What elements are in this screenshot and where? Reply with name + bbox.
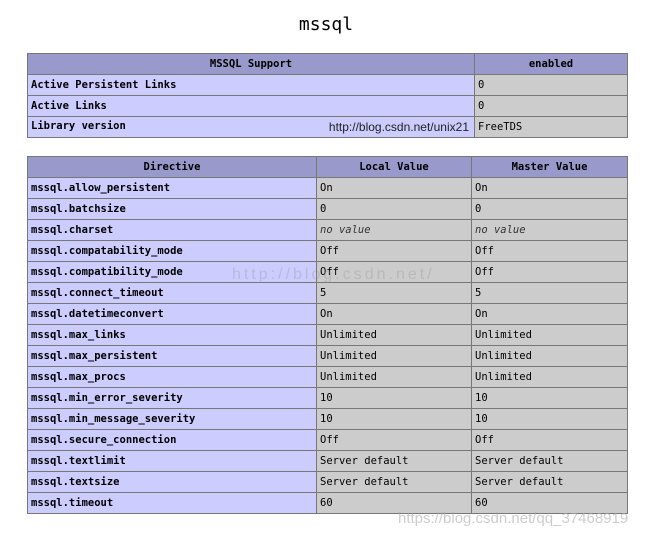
master-value-max-persistent: Unlimited <box>471 345 628 367</box>
table-row: mssql.textlimit Server default Server defa… <box>27 450 628 472</box>
directive-name-datetimeconvert: mssql.datetimeconvert <box>27 303 317 325</box>
local-value-max-links: Unlimited <box>316 324 472 346</box>
directive-name-connect-timeout: mssql.connect_timeout <box>27 282 317 304</box>
table-row: mssql.textsize Server default Server defau… <box>27 471 628 493</box>
inline-watermark: http://blog.csdn.net/unix21 <box>328 120 469 134</box>
master-value-textlimit: Server default <box>471 450 628 472</box>
local-value-batchsize: 0 <box>316 198 472 220</box>
library-version-label: Library version <box>31 120 126 132</box>
directive-name-textsize: mssql.textsize <box>27 471 317 493</box>
table-row: mssql.compatibility_mode Off Off <box>27 261 628 283</box>
table-row: Active Persistent Links 0 <box>27 74 628 96</box>
table-row: mssql.min_error_severity 10 10 <box>27 387 628 409</box>
local-value-max-procs: Unlimited <box>316 366 472 388</box>
support-label-library-version: http://blog.csdn.net/unix21 Library versi… <box>27 116 475 138</box>
master-value-secure-connection: Off <box>471 429 628 451</box>
mssql-directive-table: Directive Local Value Master Value mssql… <box>27 156 628 514</box>
support-value-active-persistent-links: 0 <box>474 74 628 96</box>
master-value-allow-persistent: On <box>471 177 628 199</box>
local-value-secure-connection: Off <box>316 429 472 451</box>
master-value-compatibility-mode: Off <box>471 261 628 283</box>
local-value-charset: no value <box>316 219 472 241</box>
local-value-timeout: 60 <box>316 492 472 514</box>
local-value-min-error-severity: 10 <box>316 387 472 409</box>
directive-name-compatability-mode: mssql.compatability_mode <box>27 240 317 262</box>
master-value-min-error-severity: 10 <box>471 387 628 409</box>
local-value-textsize: Server default <box>316 471 472 493</box>
directive-name-max-persistent: mssql.max_persistent <box>27 345 317 367</box>
support-header-status: enabled <box>474 53 628 75</box>
table-row: mssql.connect_timeout 5 5 <box>27 282 628 304</box>
table-row: mssql.compatability_mode Off Off <box>27 240 628 262</box>
directive-name-max-procs: mssql.max_procs <box>27 366 317 388</box>
table-row: mssql.timeout 60 60 <box>27 492 628 514</box>
directive-name-textlimit: mssql.textlimit <box>27 450 317 472</box>
master-value-header: Master Value <box>471 156 628 178</box>
master-value-max-links: Unlimited <box>471 324 628 346</box>
table-row: mssql.batchsize 0 0 <box>27 198 628 220</box>
master-value-min-message-severity: 10 <box>471 408 628 430</box>
local-value-compatability-mode: Off <box>316 240 472 262</box>
master-value-charset: no value <box>471 219 628 241</box>
master-value-textsize: Server default <box>471 471 628 493</box>
local-value-datetimeconvert: On <box>316 303 472 325</box>
directive-header-row: Directive Local Value Master Value <box>27 156 628 178</box>
mssql-support-table: MSSQL Support enabled Active Persistent … <box>27 53 628 138</box>
support-label-active-persistent-links: Active Persistent Links <box>27 74 475 96</box>
table-row: mssql.max_procs Unlimited Unlimited <box>27 366 628 388</box>
support-header-row: MSSQL Support enabled <box>27 53 628 75</box>
directive-table-body: mssql.allow_persistent On On mssql.batchsiz… <box>27 177 628 514</box>
master-value-connect-timeout: 5 <box>471 282 628 304</box>
directive-name-compatibility-mode: mssql.compatibility_mode <box>27 261 317 283</box>
local-value-max-persistent: Unlimited <box>316 345 472 367</box>
directive-name-min-message-severity: mssql.min_message_severity <box>27 408 317 430</box>
table-row: mssql.datetimeconvert On On <box>27 303 628 325</box>
support-header-name: MSSQL Support <box>27 53 475 75</box>
master-value-batchsize: 0 <box>471 198 628 220</box>
directive-name-charset: mssql.charset <box>27 219 317 241</box>
table-row: mssql.charset no value no value <box>27 219 628 241</box>
no-value-text: no value <box>475 224 526 236</box>
local-value-connect-timeout: 5 <box>316 282 472 304</box>
no-value-text: no value <box>320 224 371 236</box>
directive-name-batchsize: mssql.batchsize <box>27 198 317 220</box>
directive-name-min-error-severity: mssql.min_error_severity <box>27 387 317 409</box>
table-row: mssql.max_persistent Unlimited Unlimited <box>27 345 628 367</box>
table-row: mssql.secure_connection Off Off <box>27 429 628 451</box>
master-value-compatability-mode: Off <box>471 240 628 262</box>
local-value-textlimit: Server default <box>316 450 472 472</box>
local-value-min-message-severity: 10 <box>316 408 472 430</box>
support-label-active-links: Active Links <box>27 95 475 117</box>
master-value-timeout: 60 <box>471 492 628 514</box>
directive-header: Directive <box>27 156 317 178</box>
table-row: mssql.allow_persistent On On <box>27 177 628 199</box>
table-row: mssql.max_links Unlimited Unlimited <box>27 324 628 346</box>
master-value-max-procs: Unlimited <box>471 366 628 388</box>
directive-name-allow-persistent: mssql.allow_persistent <box>27 177 317 199</box>
table-row: mssql.min_message_severity 10 10 <box>27 408 628 430</box>
local-value-compatibility-mode: Off <box>316 261 472 283</box>
local-value-allow-persistent: On <box>316 177 472 199</box>
page-title: mssql <box>298 14 354 35</box>
support-value-library-version: FreeTDS <box>474 116 628 138</box>
table-row: http://blog.csdn.net/unix21 Library versi… <box>27 116 628 138</box>
directive-name-max-links: mssql.max_links <box>27 324 317 346</box>
master-value-datetimeconvert: On <box>471 303 628 325</box>
directive-name-timeout: mssql.timeout <box>27 492 317 514</box>
local-value-header: Local Value <box>316 156 472 178</box>
table-row: Active Links 0 <box>27 95 628 117</box>
support-value-active-links: 0 <box>474 95 628 117</box>
directive-name-secure-connection: mssql.secure_connection <box>27 429 317 451</box>
